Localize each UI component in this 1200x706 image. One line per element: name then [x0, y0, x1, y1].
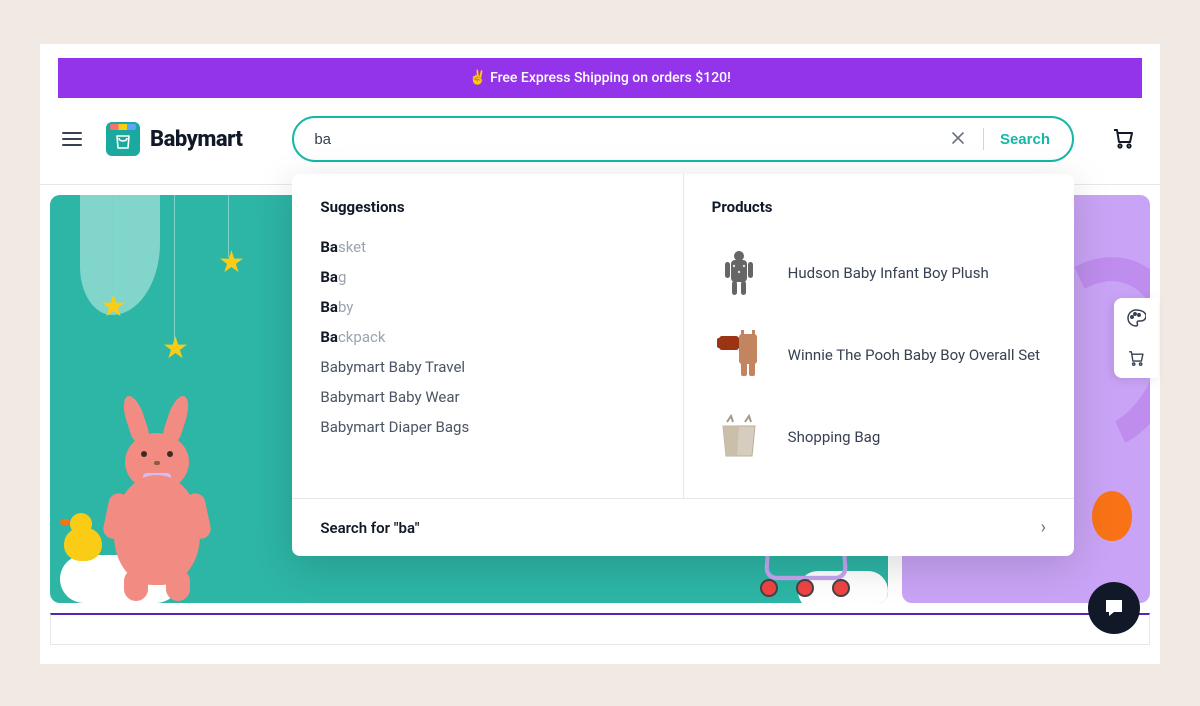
string-decoration	[174, 195, 175, 343]
suggestion-item[interactable]: Bag	[320, 262, 654, 292]
search-container: Search Suggestions Basket Bag Baby Backp…	[292, 116, 1074, 162]
suggestion-item[interactable]: Babymart Diaper Bags	[320, 412, 654, 442]
suggestions-column: Suggestions Basket Bag Baby Backpack Bab…	[292, 174, 682, 498]
right-rail	[1114, 298, 1158, 378]
menu-icon[interactable]	[58, 128, 86, 150]
product-name: Winnie The Pooh Baby Boy Overall Set	[788, 346, 1040, 364]
cart-rail-icon[interactable]	[1114, 338, 1158, 378]
product-thumb	[712, 246, 766, 300]
balloon-decoration	[1092, 491, 1132, 541]
suggestion-item[interactable]: Basket	[320, 232, 654, 262]
star-icon: ★	[162, 331, 189, 366]
header: Babymart Search Suggestions Basket Bag	[40, 98, 1160, 185]
cart-icon[interactable]	[1104, 119, 1142, 160]
string-decoration	[112, 195, 113, 303]
suggestion-item[interactable]: Babymart Baby Travel	[320, 352, 654, 382]
suggestion-item[interactable]: Babymart Baby Wear	[320, 382, 654, 412]
product-name: Hudson Baby Infant Boy Plush	[788, 264, 989, 282]
product-item[interactable]: Shopping Bag	[712, 396, 1046, 478]
content-strip	[50, 613, 1150, 645]
palette-icon[interactable]	[1114, 298, 1158, 338]
logo[interactable]: Babymart	[106, 122, 242, 156]
announcement-text: ✌️ Free Express Shipping on orders $120!	[469, 70, 731, 86]
search-bar: Search	[292, 116, 1074, 162]
logo-icon	[106, 122, 140, 156]
suggestions-heading: Suggestions	[320, 198, 654, 216]
search-input[interactable]	[314, 131, 945, 148]
logo-text: Babymart	[150, 127, 242, 152]
product-item[interactable]: Hudson Baby Infant Boy Plush	[712, 232, 1046, 314]
products-heading: Products	[712, 198, 1046, 216]
bunny-decoration	[114, 475, 200, 585]
products-column: Products Hudson Baby Infant Boy Plush	[683, 174, 1074, 498]
star-icon: ★	[218, 245, 245, 280]
suggestion-item[interactable]: Backpack	[320, 322, 654, 352]
chevron-right-icon: ›	[1041, 517, 1046, 538]
search-for-link[interactable]: Search for "ba" ›	[292, 498, 1074, 556]
product-item[interactable]: Winnie The Pooh Baby Boy Overall Set	[712, 314, 1046, 396]
product-thumb	[712, 410, 766, 464]
clear-icon[interactable]	[945, 124, 971, 154]
announcement-bar: ✌️ Free Express Shipping on orders $120!	[58, 58, 1142, 98]
search-button[interactable]: Search	[996, 123, 1066, 156]
star-icon: ★	[100, 289, 127, 324]
app-frame: ✌️ Free Express Shipping on orders $120!…	[40, 44, 1160, 664]
search-dropdown: Suggestions Basket Bag Baby Backpack Bab…	[292, 174, 1074, 556]
product-name: Shopping Bag	[788, 428, 881, 446]
chat-icon[interactable]	[1088, 582, 1140, 634]
search-for-text: Search for "ba"	[320, 519, 419, 537]
divider	[983, 128, 984, 150]
product-thumb	[712, 328, 766, 382]
duck-decoration	[64, 527, 102, 561]
suggestion-item[interactable]: Baby	[320, 292, 654, 322]
